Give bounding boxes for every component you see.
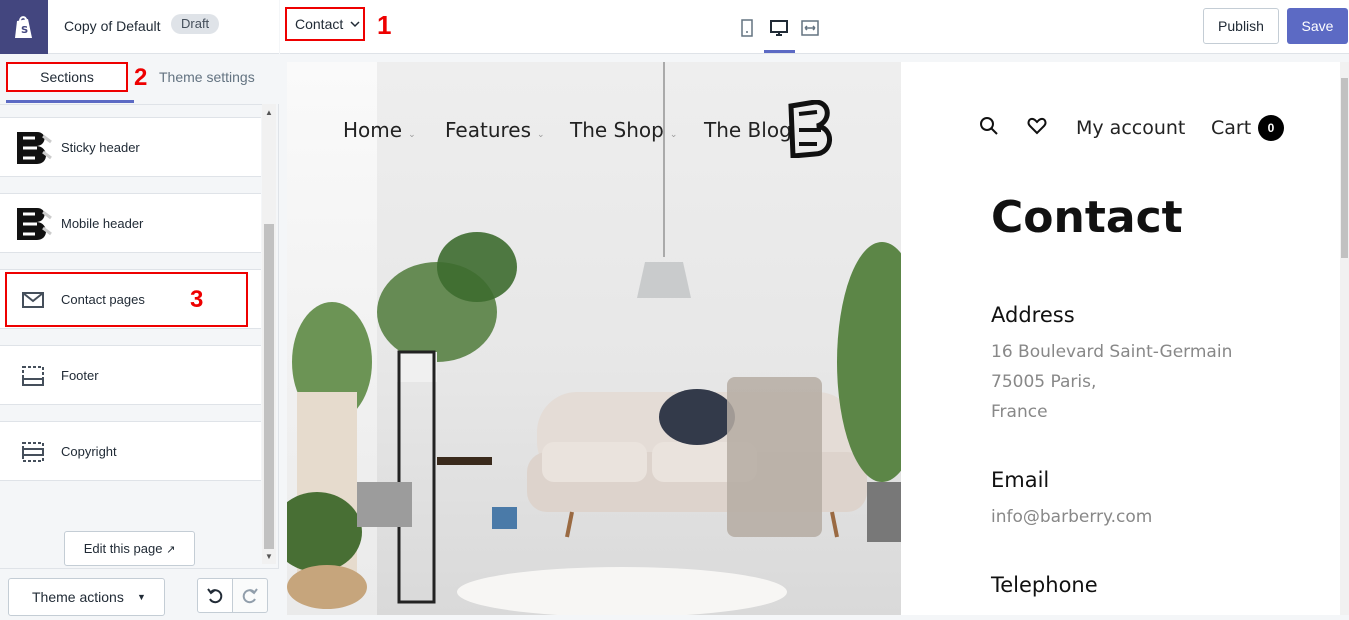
mobile-view-button[interactable] bbox=[733, 14, 761, 42]
edit-page-label: Edit this page bbox=[83, 541, 163, 556]
telephone-heading: Telephone bbox=[991, 573, 1098, 597]
sections-list: Sticky header Mobile header Contact page… bbox=[0, 104, 262, 514]
brand-logo-icon bbox=[12, 128, 54, 168]
nav-label: The Shop bbox=[570, 118, 664, 142]
address-line: 16 Boulevard Saint-Germain bbox=[991, 342, 1233, 362]
external-link-icon: ↗ bbox=[166, 544, 176, 556]
my-account-link[interactable]: My account bbox=[1076, 117, 1185, 139]
chevron-down-icon: ⌄ bbox=[408, 130, 416, 140]
scroll-down-arrow-icon[interactable]: ▼ bbox=[265, 552, 273, 561]
page-select-value: Contact bbox=[295, 16, 344, 32]
address-line: France bbox=[991, 402, 1048, 422]
save-button[interactable]: Save bbox=[1287, 8, 1348, 44]
section-footer[interactable]: Footer bbox=[0, 345, 261, 405]
mobile-icon bbox=[741, 19, 753, 37]
scroll-thumb[interactable] bbox=[264, 224, 274, 549]
cart-count-badge: 0 bbox=[1258, 115, 1284, 141]
active-tab-indicator bbox=[6, 100, 134, 103]
section-label: Footer bbox=[61, 368, 99, 383]
theme-actions-label: Theme actions bbox=[32, 589, 124, 605]
tab-theme-settings[interactable]: Theme settings bbox=[159, 69, 255, 85]
shopify-logo-icon[interactable]: S bbox=[0, 0, 48, 54]
theme-header: S Copy of Default Draft bbox=[0, 0, 279, 54]
annotation-2: 2 bbox=[134, 64, 148, 91]
nav-features[interactable]: Features ⌄ bbox=[445, 118, 545, 142]
scroll-up-arrow-icon[interactable]: ▲ bbox=[265, 108, 273, 117]
editor-sidebar: S Copy of Default Draft Sections 2 Theme… bbox=[0, 0, 279, 620]
tab-sections[interactable]: Sections bbox=[6, 62, 128, 92]
nav-label: Home bbox=[343, 118, 403, 142]
nav-label: The Blog bbox=[704, 118, 792, 142]
sidebar-scrollbar[interactable]: ▲ ▼ bbox=[262, 104, 276, 564]
nav-the-blog[interactable]: The Blog bbox=[704, 118, 792, 142]
footer-section-icon bbox=[12, 356, 54, 396]
highlight-box bbox=[5, 272, 248, 327]
store-preview: Home ⌄ Features ⌄ The Shop ⌄ The Blog My ac… bbox=[287, 62, 1340, 615]
active-device-indicator bbox=[764, 50, 795, 53]
full-width-view-button[interactable] bbox=[796, 14, 824, 42]
copyright-section-icon bbox=[12, 432, 54, 472]
draft-badge: Draft bbox=[171, 14, 220, 34]
section-label: Mobile header bbox=[61, 216, 144, 231]
expand-icon bbox=[801, 20, 819, 36]
annotation-1: 1 bbox=[377, 10, 392, 40]
edit-this-page-button[interactable]: Edit this page ↗ bbox=[64, 531, 195, 566]
redo-button[interactable] bbox=[232, 578, 268, 613]
page-title: Contact bbox=[991, 192, 1183, 243]
preview-scroll-thumb[interactable] bbox=[1341, 78, 1348, 258]
sidebar-footer: Theme actions ▼ bbox=[0, 568, 279, 620]
chevron-down-icon: ⌄ bbox=[669, 130, 678, 140]
heart-icon[interactable] bbox=[1027, 116, 1047, 141]
redo-icon bbox=[242, 587, 258, 603]
search-icon[interactable] bbox=[979, 116, 999, 141]
sidebar-tabs: Sections 2 Theme settings bbox=[0, 54, 279, 104]
section-copyright[interactable]: Copyright bbox=[0, 421, 261, 481]
caret-down-icon: ▼ bbox=[137, 592, 146, 602]
section-label: Sticky header bbox=[61, 140, 140, 155]
nav-the-shop[interactable]: The Shop ⌄ bbox=[570, 118, 677, 142]
chevron-down-icon bbox=[349, 9, 361, 49]
cart-link[interactable]: Cart bbox=[1211, 117, 1251, 139]
theme-actions-button[interactable]: Theme actions ▼ bbox=[8, 578, 165, 616]
section-mobile-header[interactable]: Mobile header bbox=[0, 193, 261, 253]
email-link[interactable]: info@barberry.com bbox=[991, 507, 1152, 527]
desktop-icon bbox=[770, 20, 788, 36]
nav-label: Features bbox=[445, 118, 531, 142]
theme-name: Copy of Default bbox=[64, 18, 161, 34]
chevron-down-icon: ⌄ bbox=[537, 130, 545, 140]
undo-button[interactable] bbox=[197, 578, 233, 613]
publish-button[interactable]: Publish bbox=[1203, 8, 1279, 44]
address-heading: Address bbox=[991, 303, 1075, 327]
undo-icon bbox=[207, 587, 223, 603]
brand-logo-icon bbox=[12, 204, 54, 244]
section-sticky-header[interactable]: Sticky header bbox=[0, 117, 261, 177]
page-select-dropdown[interactable]: Contact bbox=[285, 7, 365, 41]
nav-home[interactable]: Home ⌄ bbox=[343, 118, 416, 142]
svg-text:S: S bbox=[21, 25, 28, 36]
email-heading: Email bbox=[991, 468, 1050, 492]
barberry-logo-icon[interactable] bbox=[787, 99, 837, 163]
contact-panel: My account Cart 0 Contact Address 16 Bou… bbox=[901, 62, 1340, 615]
section-label: Copyright bbox=[61, 444, 117, 459]
address-line: 75005 Paris, bbox=[991, 372, 1097, 392]
desktop-view-button[interactable] bbox=[765, 14, 793, 42]
hero-image: Home ⌄ Features ⌄ The Shop ⌄ The Blog bbox=[287, 62, 901, 615]
editor-topbar: Contact 1 Publish Save bbox=[280, 0, 1349, 54]
